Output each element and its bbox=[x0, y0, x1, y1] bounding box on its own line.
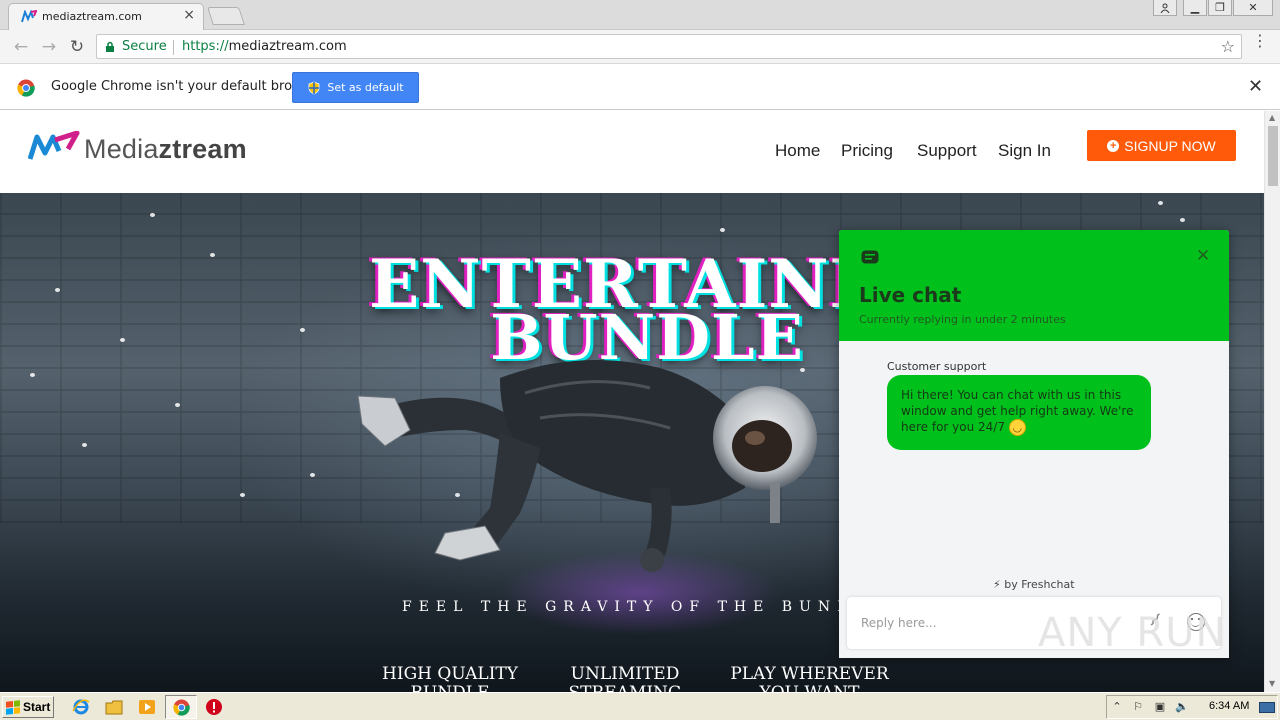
show-desktop-icon[interactable] bbox=[1259, 702, 1275, 713]
feature-title: UNLIMITED bbox=[570, 664, 680, 684]
logo-text-light: Media bbox=[84, 134, 159, 164]
powered-by-freshchat[interactable]: ⚡ by Freshchat bbox=[993, 578, 1075, 591]
snow-particle bbox=[240, 493, 245, 497]
chat-message-bubble: Hi there! You can chat with us in this w… bbox=[887, 375, 1151, 450]
snow-particle bbox=[720, 228, 725, 232]
signup-button[interactable]: + SIGNUP NOW bbox=[1087, 130, 1236, 161]
chat-close-icon[interactable]: ✕ bbox=[1196, 246, 1210, 266]
new-tab-button[interactable] bbox=[207, 7, 245, 25]
chat-agent-name: Customer support bbox=[887, 360, 987, 373]
snow-particle bbox=[82, 443, 87, 447]
chat-title: Live chat bbox=[859, 283, 962, 307]
internet-explorer-icon[interactable] bbox=[72, 698, 90, 716]
window-close-icon[interactable]: ✕ bbox=[1233, 0, 1273, 16]
start-label: Start bbox=[23, 700, 51, 714]
system-tray: ⌃ ⚐ ▣ 🔈 6:34 AM bbox=[1106, 695, 1278, 719]
scroll-thumb[interactable] bbox=[1268, 126, 1278, 186]
snow-particle bbox=[150, 213, 155, 217]
stop-sign-app-icon[interactable] bbox=[205, 698, 223, 716]
bookmark-star-icon[interactable]: ☆ bbox=[1221, 37, 1235, 56]
tray-expand-icon[interactable]: ⌃ bbox=[1110, 700, 1124, 714]
windows-logo-icon bbox=[6, 699, 20, 715]
feature-title: HIGH QUALITY bbox=[382, 664, 518, 684]
nav-support[interactable]: Support bbox=[917, 141, 977, 161]
smiley-emoji-icon: ◡ bbox=[1008, 419, 1026, 436]
infobar-message: Google Chrome isn't your default browser bbox=[51, 79, 323, 94]
tab-close-icon[interactable]: × bbox=[183, 7, 195, 23]
url-host: mediaztream.com bbox=[228, 39, 347, 54]
page-scrollbar[interactable]: ▲ ▼ bbox=[1264, 111, 1280, 692]
site-logo-text[interactable]: Mediaztream bbox=[84, 134, 247, 165]
lock-icon bbox=[106, 41, 114, 52]
floating-astronaut-image bbox=[357, 360, 817, 572]
feature-title: PLAY WHEREVER bbox=[730, 664, 889, 684]
browser-titlebar: mediaztream.com × ▁ ❐ ✕ bbox=[0, 0, 1280, 30]
mediaztream-favicon-icon bbox=[21, 10, 37, 23]
set-as-default-label: Set as default bbox=[327, 81, 404, 94]
action-center-flag-icon[interactable]: ⚐ bbox=[1131, 700, 1145, 714]
logo-text-bold: ztream bbox=[158, 134, 247, 164]
chrome-taskbar-icon bbox=[173, 699, 190, 716]
browser-toolbar: ← → ↻ Secure https://mediaztream.com ☆ ⋮ bbox=[0, 30, 1280, 64]
address-bar[interactable]: Secure https://mediaztream.com ☆ bbox=[96, 34, 1242, 59]
set-as-default-button[interactable]: Set as default bbox=[292, 72, 419, 103]
taskbar-clock[interactable]: 6:34 AM bbox=[1209, 700, 1249, 712]
scroll-up-icon[interactable]: ▲ bbox=[1269, 113, 1275, 122]
browser-menu-icon[interactable]: ⋮ bbox=[1252, 33, 1268, 49]
default-browser-infobar: Google Chrome isn't your default browser… bbox=[0, 65, 1280, 110]
mediaztream-logo-icon[interactable] bbox=[28, 131, 80, 163]
start-button[interactable]: Start bbox=[2, 696, 54, 718]
chrome-taskbar-button[interactable] bbox=[165, 695, 197, 719]
nav-home[interactable]: Home bbox=[775, 141, 820, 161]
nav-pricing[interactable]: Pricing bbox=[841, 141, 893, 161]
feature-high-quality: HIGH QUALITY BUNDLE STREAM bbox=[370, 664, 530, 693]
snow-particle bbox=[175, 403, 180, 407]
media-player-icon[interactable] bbox=[138, 698, 156, 716]
scroll-down-icon[interactable]: ▼ bbox=[1269, 679, 1275, 688]
chat-subtitle: Currently replying in under 2 minutes bbox=[859, 313, 1066, 326]
feature-subtitle: STREAMING bbox=[560, 684, 690, 693]
minimize-icon[interactable]: ▁ bbox=[1183, 0, 1207, 16]
url-text[interactable]: https://mediaztream.com bbox=[182, 39, 347, 54]
nav-sign-in[interactable]: Sign In bbox=[998, 141, 1051, 161]
snow-particle bbox=[310, 473, 315, 477]
volume-icon[interactable]: 🔈 bbox=[1175, 700, 1189, 714]
feature-play-wherever: PLAY WHEREVER YOU WANT bbox=[722, 664, 897, 693]
omnibox-separator bbox=[173, 40, 174, 55]
hero-tagline: FEEL THE GRAVITY OF THE BUNDL bbox=[402, 599, 872, 615]
uac-shield-icon bbox=[308, 81, 320, 94]
chat-header: ✕ Live chat Currently replying in under … bbox=[839, 230, 1229, 341]
signup-label: SIGNUP NOW bbox=[1124, 137, 1216, 154]
windows-taskbar: Start ⌃ ⚐ ▣ 🔈 6:34 AM bbox=[0, 692, 1280, 720]
live-chat-widget: ✕ Live chat Currently replying in under … bbox=[839, 230, 1229, 658]
reload-icon[interactable]: ↻ bbox=[66, 36, 88, 58]
file-explorer-icon[interactable] bbox=[105, 698, 123, 716]
url-scheme: https:// bbox=[182, 39, 229, 54]
chat-bubble-icon bbox=[861, 250, 879, 264]
feature-unlimited: UNLIMITED STREAMING bbox=[560, 664, 690, 693]
user-profile-icon[interactable] bbox=[1153, 0, 1177, 16]
secure-label: Secure bbox=[122, 39, 167, 54]
tab-title: mediaztream.com bbox=[42, 10, 142, 23]
forward-icon[interactable]: → bbox=[38, 36, 60, 58]
feature-subtitle: YOU WANT bbox=[722, 684, 897, 693]
anyrun-watermark: ANY RUN bbox=[1038, 610, 1227, 656]
restore-icon[interactable]: ❐ bbox=[1208, 0, 1232, 16]
site-header: Mediaztream Home Pricing Support Sign In… bbox=[0, 111, 1264, 193]
snow-particle bbox=[1158, 201, 1163, 205]
plus-circle-icon: + bbox=[1107, 139, 1120, 152]
back-icon[interactable]: ← bbox=[10, 36, 32, 58]
feature-subtitle: BUNDLE STREAM bbox=[370, 684, 530, 693]
snow-particle bbox=[1180, 218, 1185, 222]
infobar-close-icon[interactable]: ✕ bbox=[1248, 76, 1263, 97]
browser-tab[interactable]: mediaztream.com × bbox=[8, 3, 204, 30]
chrome-icon bbox=[17, 79, 35, 97]
network-icon[interactable]: ▣ bbox=[1153, 700, 1167, 714]
